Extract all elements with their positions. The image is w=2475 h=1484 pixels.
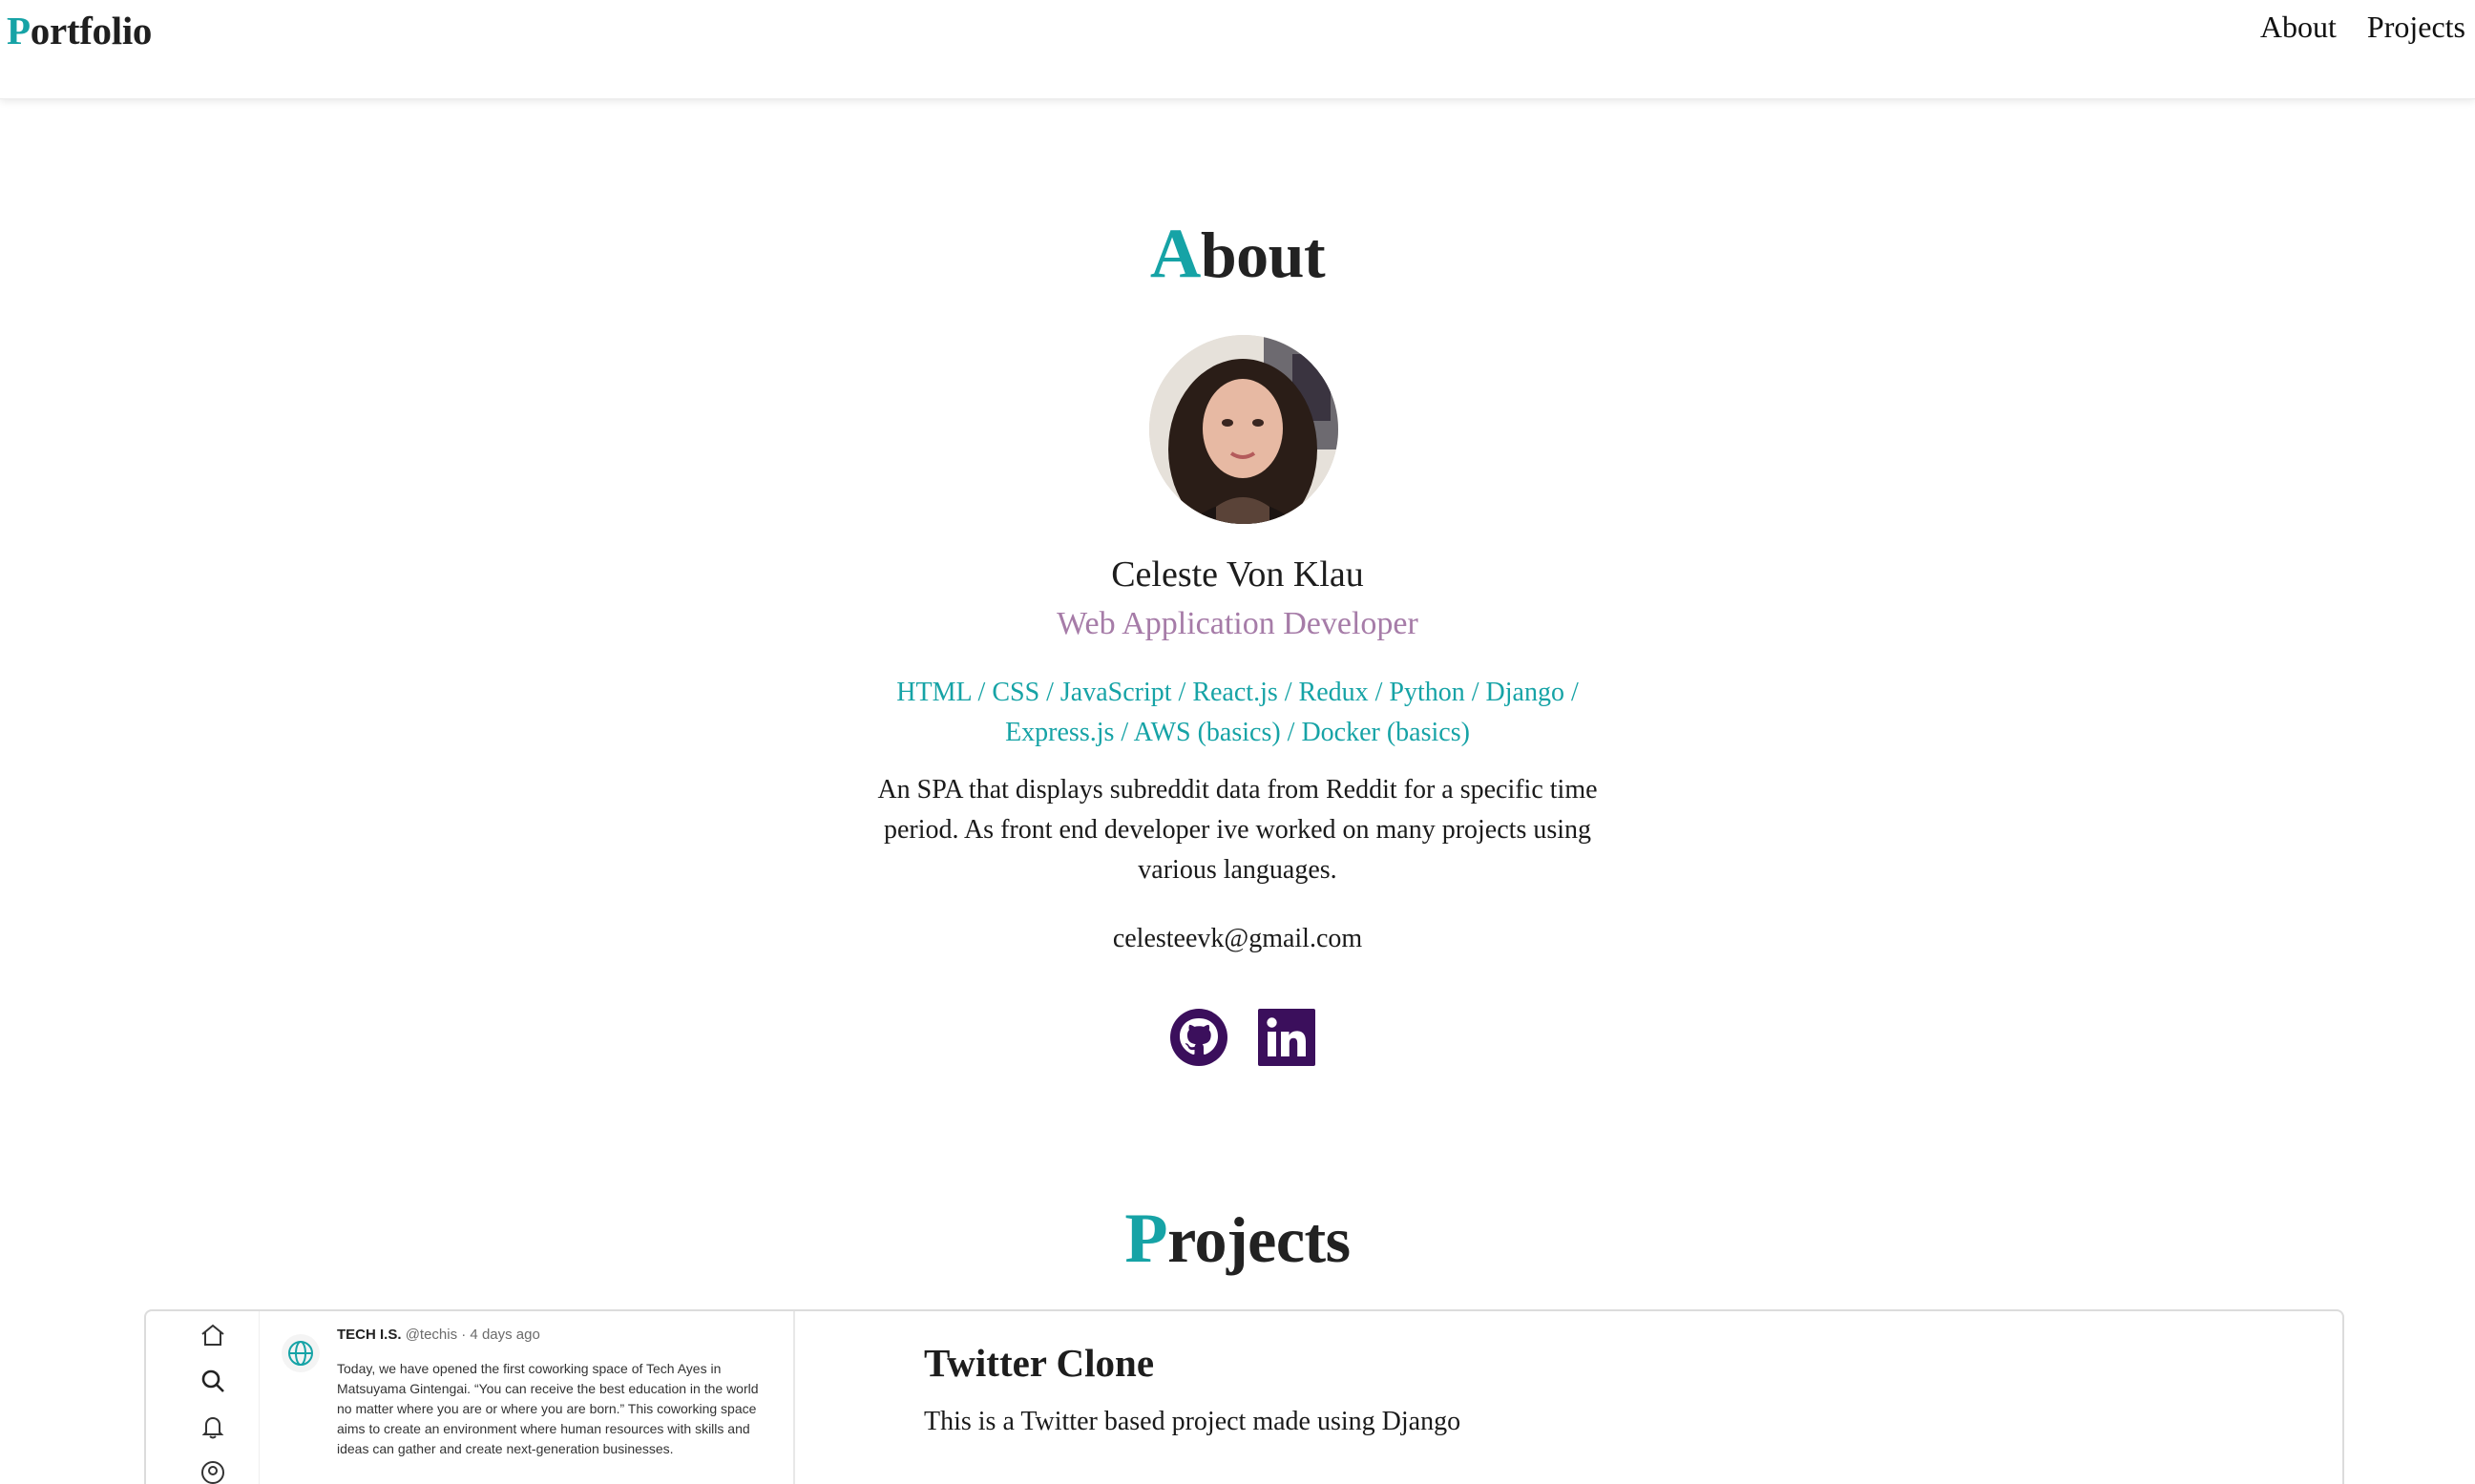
- projects-heading-rest: rojects: [1167, 1203, 1351, 1276]
- main-nav: About Projects: [2260, 10, 2465, 45]
- github-icon: [1170, 1009, 1227, 1066]
- profile-role: Web Application Developer: [1057, 606, 1418, 641]
- profile-name: Celeste Von Klau: [1111, 554, 1364, 595]
- about-heading-rest: bout: [1200, 219, 1326, 291]
- github-link[interactable]: [1168, 1007, 1229, 1068]
- social-links: [1168, 1007, 1317, 1068]
- skills-list: HTML / CSS / JavaScript / React.js / Red…: [896, 678, 1579, 747]
- top-navbar: Portfolio About Projects: [0, 0, 2475, 99]
- about-heading-first-letter: A: [1149, 215, 1201, 293]
- linkedin-link[interactable]: [1256, 1007, 1317, 1068]
- brand-first-letter: P: [7, 9, 31, 52]
- nav-link-about[interactable]: About: [2260, 10, 2337, 45]
- project-preview-image: TECH I.S. @techis · 4 days ago Today, we…: [146, 1311, 795, 1484]
- preview-tweet-text: Today, we have opened the first coworkin…: [337, 1361, 759, 1456]
- linkedin-icon: [1258, 1009, 1315, 1066]
- preview-divider: [259, 1311, 260, 1484]
- brand-rest: ortfolio: [30, 9, 153, 52]
- brand-logo[interactable]: Portfolio: [7, 8, 152, 53]
- bell-icon: [199, 1412, 227, 1441]
- profile-bio: An SPA that displays subreddit data from…: [877, 775, 1598, 885]
- contact-email[interactable]: celesteevk@gmail.com: [0, 924, 2475, 954]
- preview-meta: @techis · 4 days ago: [405, 1327, 540, 1343]
- project-card[interactable]: TECH I.S. @techis · 4 days ago Today, we…: [144, 1309, 2344, 1484]
- projects-heading-first-letter: P: [1124, 1200, 1168, 1278]
- project-description: This is a Twitter based project made usi…: [924, 1407, 1461, 1436]
- about-heading: About: [0, 214, 2475, 295]
- avatar: [1149, 335, 1338, 524]
- preview-sidebar: [199, 1321, 227, 1484]
- preview-author-name: TECH I.S.: [337, 1327, 402, 1343]
- project-title: Twitter Clone: [924, 1341, 1155, 1385]
- home-icon: [199, 1321, 227, 1349]
- avatar-portrait-image: [1149, 335, 1338, 524]
- projects-heading: Projects: [0, 1199, 2475, 1280]
- preview-author: TECH I.S. @techis · 4 days ago: [337, 1327, 540, 1343]
- globe-icon: [280, 1332, 322, 1374]
- nav-link-projects[interactable]: Projects: [2367, 10, 2465, 45]
- profile-icon: [199, 1458, 227, 1484]
- search-icon: [199, 1367, 227, 1395]
